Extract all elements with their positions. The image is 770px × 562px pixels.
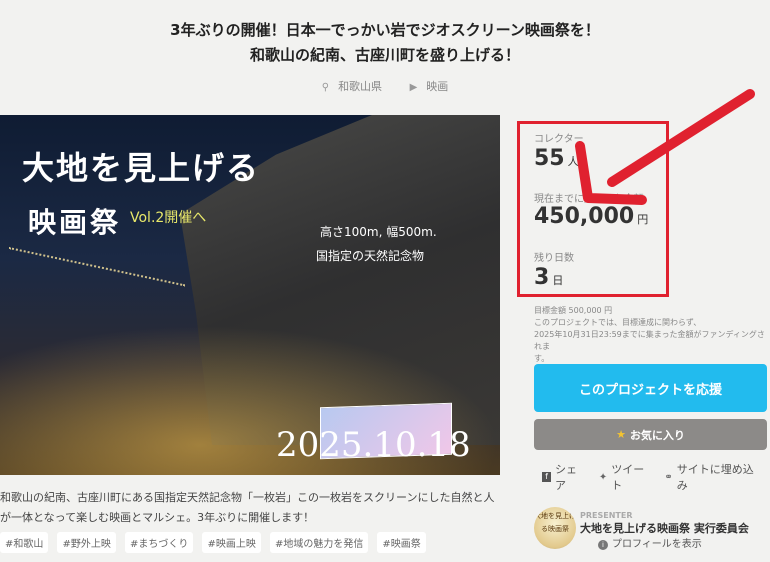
hero-date: 2025.10.18 (土) [276, 425, 471, 475]
hero-image: 大地を見上げる 映画祭 Vol.2開催へ 高さ100m, 幅500m. 国指定の… [0, 115, 500, 475]
hero-headline2: 映画祭 [28, 206, 122, 239]
tag[interactable]: #映画上映 [202, 532, 261, 553]
hero-headline1: 大地を見上げる [22, 149, 261, 187]
tweet-label: ツイート [611, 463, 645, 492]
info-icon: i [598, 540, 608, 550]
category-label: 映画 [426, 80, 449, 93]
funding-note: 目標金額 500,000 円 このプロジェクトでは、目標達成に関わらず、 202… [534, 305, 770, 365]
twitter-bird-icon: ✦ [598, 471, 608, 483]
location-link[interactable]: ⚲ 和歌山県 [316, 78, 388, 94]
project-title-line1: 3年ぶりの開催！日本一でっかい岩でジオスクリーン映画祭を！ [170, 21, 600, 39]
link-icon: ⚭ [664, 471, 673, 483]
tag[interactable]: #和歌山 [0, 532, 49, 553]
hero-sub1: 高さ100m, 幅500m. [320, 225, 437, 239]
hero-vol: Vol.2開催へ [130, 210, 207, 226]
category-link[interactable]: ▶ 映画 [404, 78, 455, 94]
presenter-label: PRESENTER [580, 511, 633, 520]
note-line2: 2025年10月31日23:59までに集まった金額がファンディングされま [534, 330, 765, 351]
project-title-line2: 和歌山の紀南、古座川町を盛り上げる！ [249, 46, 520, 64]
tag[interactable]: #地域の魅力を発信 [269, 532, 369, 553]
tag-list: #和歌山 #野外上映 #まちづくり #映画上映 #地域の魅力を発信 #映画祭 [0, 532, 520, 553]
favorite-label: お気に入り [629, 428, 685, 442]
note-line1: このプロジェクトでは、目標達成に関わらず、 [534, 318, 702, 327]
presenter-card: 大地を見上げる映画祭 PRESENTER 大地を見上げる映画祭 実行委員会 iプ… [534, 507, 770, 557]
share-bar: f シェア ✦ ツイート ⚭ サイトに埋め込み [542, 461, 770, 493]
tag[interactable]: #映画祭 [377, 532, 426, 553]
tag[interactable]: #野外上映 [57, 532, 116, 553]
support-project-button[interactable]: このプロジェクトを応援 [534, 364, 767, 412]
share-facebook-link[interactable]: f シェア [542, 461, 585, 493]
favorite-button[interactable]: ★ お気に入り [534, 419, 767, 450]
embed-link[interactable]: ⚭ サイトに埋め込み [664, 461, 756, 493]
hero-sub2: 国指定の天然記念物 [316, 249, 425, 263]
tweet-link[interactable]: ✦ ツイート [599, 461, 650, 493]
goal-amount: 目標金額 500,000 円 [534, 306, 613, 315]
embed-label: サイトに埋め込み [676, 463, 754, 492]
film-camera-icon: ▶ [409, 82, 418, 93]
project-description: 和歌山の紀南、古座川町にある国指定天然記念物「一枚岩」この一枚岩をスクリーンにし… [0, 491, 495, 524]
star-icon: ★ [616, 428, 626, 441]
profile-link[interactable]: i プロフィールを表示 [598, 535, 702, 550]
presenter-avatar[interactable]: 大地を見上げる映画祭 [534, 507, 576, 549]
share-label: シェア [555, 463, 578, 492]
project-title: 3年ぶりの開催！日本一でっかい岩でジオスクリーン映画祭を！ 和歌山の紀南、古座川… [0, 18, 770, 68]
profile-link-label: プロフィールを表示 [612, 539, 702, 550]
facebook-icon: f [542, 472, 552, 482]
highlight-arrow [575, 89, 755, 205]
map-pin-icon: ⚲ [321, 82, 330, 93]
location-label: 和歌山県 [338, 80, 383, 93]
tag[interactable]: #まちづくり [124, 532, 194, 553]
presenter-name[interactable]: 大地を見上げる映画祭 実行委員会 [580, 522, 766, 535]
